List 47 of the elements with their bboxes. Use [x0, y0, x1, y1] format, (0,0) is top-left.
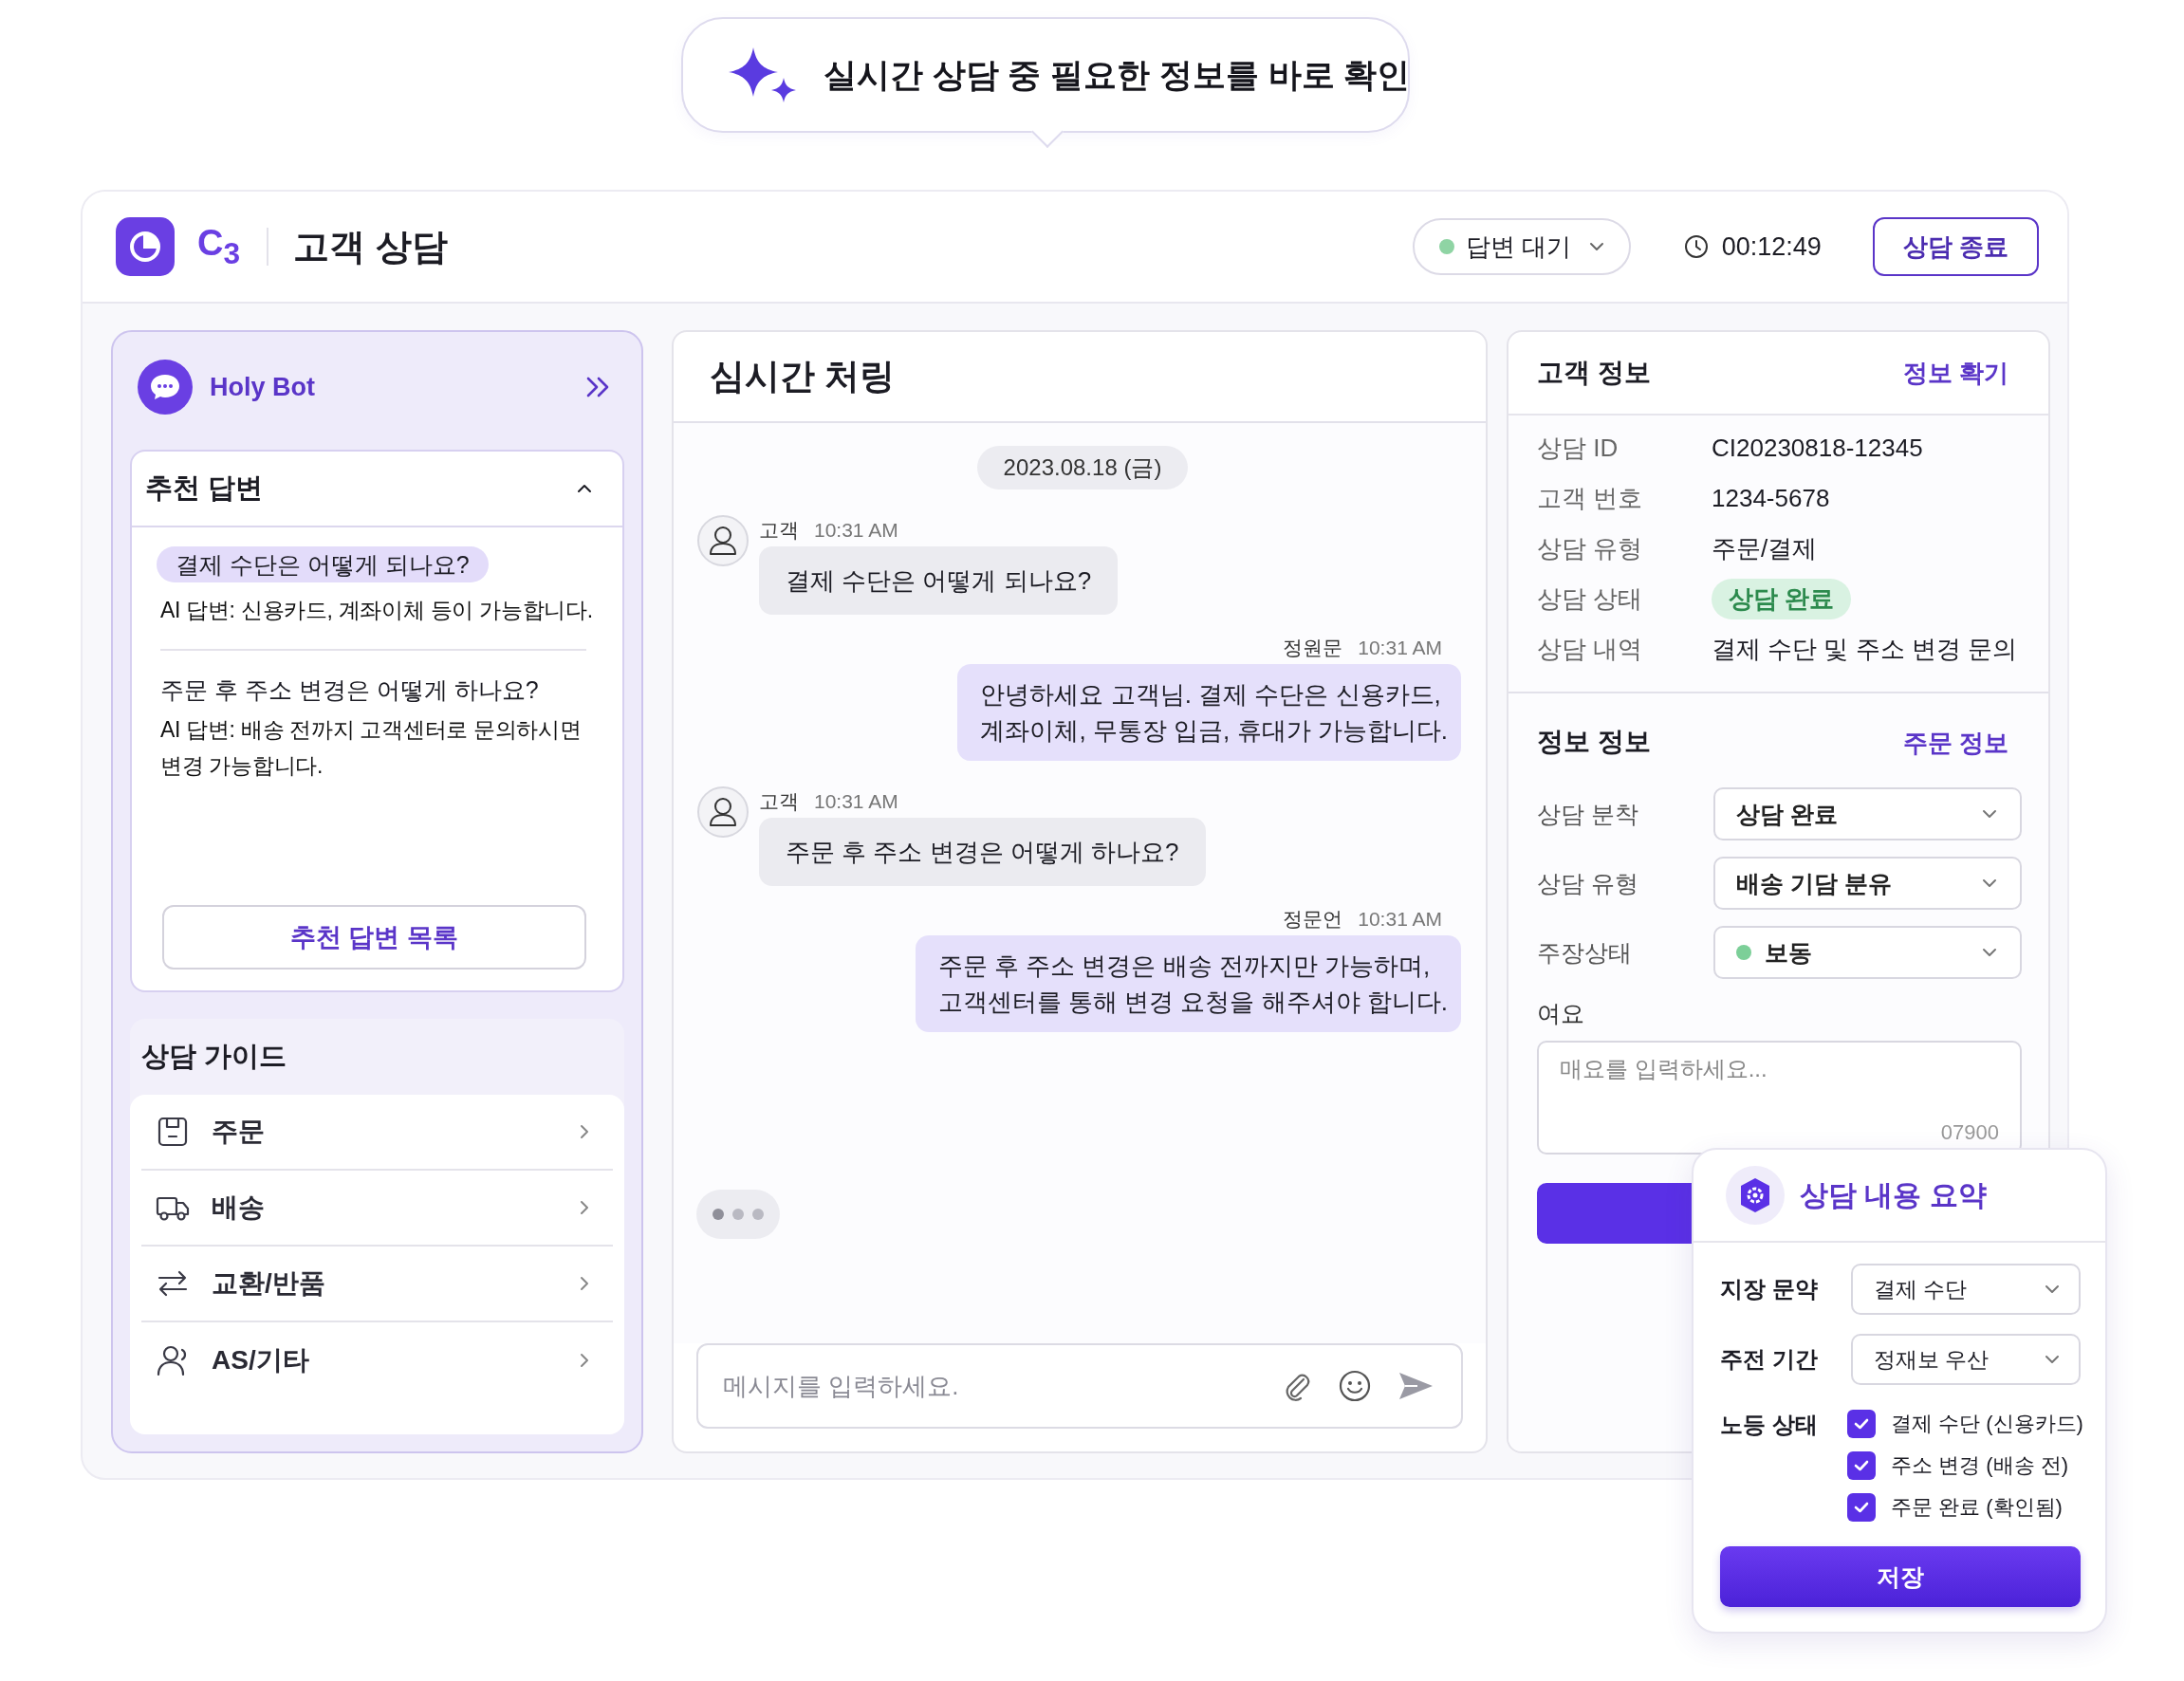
page-title: 고객 상담: [293, 225, 448, 268]
info-value: 결제 수단 및 주소 변경 문의: [1712, 634, 2019, 665]
checkbox-label: 주소 변경 (배송 전): [1891, 1452, 2068, 1479]
message-bubble: 안녕하세요 고객님. 결제 수단은 신용카드, 계좌이체, 무통장 입금, 휴대가 가능합니다.: [957, 664, 1461, 761]
status-badge: 상담 완료: [1712, 579, 1852, 619]
info-label: 상담 유형: [1537, 533, 1644, 564]
message-bubble: 결제 수단은 어떻게 되나요?: [759, 546, 1119, 615]
info-value: 주문/결제: [1712, 533, 1819, 564]
checkbox-label: 주문 완료 (확인됨): [1891, 1494, 2063, 1521]
message-time: 10:31 AM: [814, 790, 898, 813]
field-label: 노등 상태: [1720, 1411, 1819, 1439]
field-label: 여요: [1537, 999, 1585, 1028]
ai-answer: AI 답변: 배송 전까지 고객센터로 문의하시면 변경 가능합니다.: [160, 716, 583, 780]
section-title: 고객 정보: [1537, 357, 1651, 389]
message-time: 10:31 AM: [814, 519, 898, 542]
field-label: 주전 기간: [1720, 1345, 1819, 1374]
date-label: 2023.08.18 (금): [976, 446, 1189, 490]
checkbox-label: 결제 수단 (신용카드): [1891, 1411, 2083, 1437]
info-value: 1234-5678: [1712, 484, 1831, 513]
message-bubble: 주문 후 주소 변경은 배송 전까지만 가능하며, 고객센터를 통해 변경 요청을 해주셔야 합니다.: [915, 935, 1461, 1032]
character-counter: 07900: [1940, 1120, 1999, 1145]
message-bubble: 주문 후 주소 변경은 어떻게 하나요?: [759, 818, 1206, 886]
info-label: 상담 내역: [1537, 634, 1644, 665]
message-time: 10:31 AM: [1358, 637, 1442, 659]
sender-name: 정문언: [1283, 907, 1343, 932]
info-label: 고객 번호: [1537, 483, 1644, 514]
field-label: 지장 문약: [1720, 1275, 1819, 1303]
section-title: 정보 정보: [1537, 726, 1651, 758]
logo-text: C$_{3}$: [197, 222, 241, 271]
info-label: 상담 상태: [1537, 583, 1644, 615]
message-time: 10:31 AM: [1358, 908, 1442, 931]
info-label: 상담 ID: [1537, 433, 1619, 464]
timer-text: 00:12:49: [1721, 231, 1822, 262]
field-label: 상담 분착: [1537, 799, 1639, 829]
popup-title: 상담 내용 요약: [1800, 1177, 1987, 1212]
field-label: 주장상태: [1537, 937, 1633, 968]
ai-answer: AI 답변: 신용카드, 계좌이체 등이 가능합니다.: [160, 597, 594, 624]
bot-name: Holy Bot: [210, 372, 316, 402]
sender-name: 고객: [759, 789, 799, 814]
sender-name: 고객: [759, 518, 799, 543]
section-title: 추천 답변: [145, 471, 264, 505]
panel-title: 심시간 처링: [710, 356, 896, 397]
field-label: 상담 유형: [1537, 868, 1639, 898]
section-title: 상담 가이드: [141, 1040, 287, 1073]
sender-name: 정원문: [1283, 636, 1343, 660]
info-value: CI20230818-12345: [1712, 434, 1924, 463]
callout-text: 실시간 상담 중 필요한 정보를 바로 확인: [824, 54, 1411, 95]
